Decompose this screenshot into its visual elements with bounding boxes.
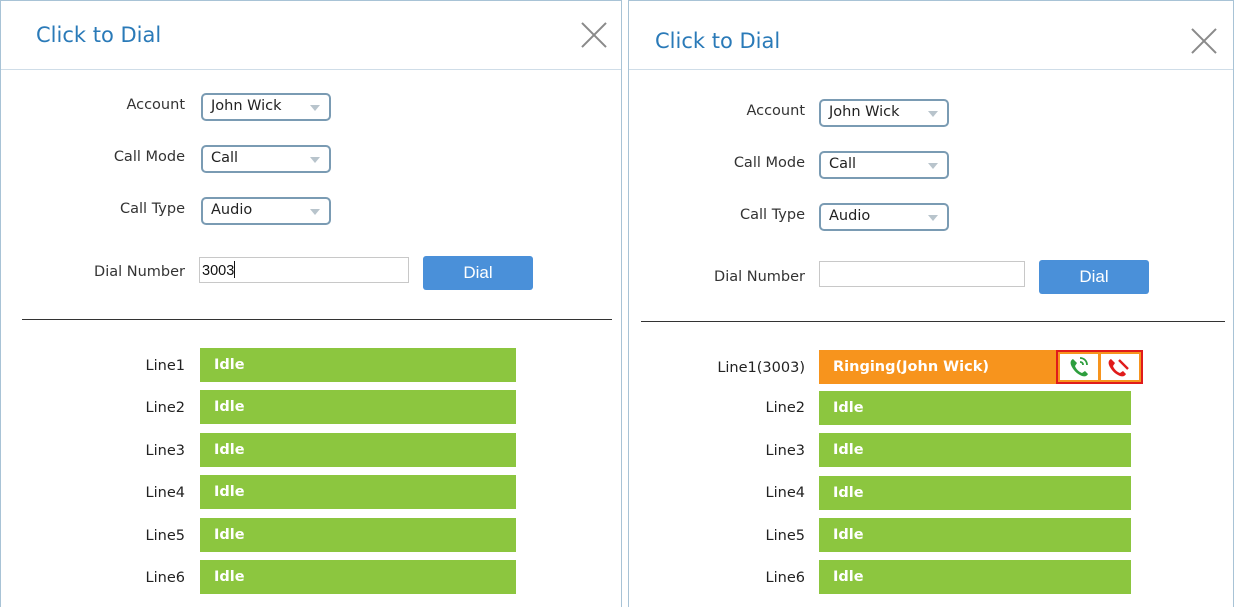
call-type-select[interactable]: Audio: [201, 197, 331, 225]
dial-button[interactable]: Dial: [423, 256, 533, 290]
text-cursor: [234, 261, 236, 278]
line-status-6: Idle: [200, 560, 516, 594]
line-status-3: Idle: [819, 433, 1131, 467]
call-mode-label: Call Mode: [113, 149, 185, 165]
chevron-down-icon: [310, 209, 320, 215]
line-status-5: Idle: [819, 518, 1131, 552]
account-select[interactable]: John Wick: [201, 93, 331, 121]
call-type-select[interactable]: Audio: [819, 203, 949, 231]
line-status-4: Idle: [200, 475, 516, 509]
phone-hangup-icon: [1108, 359, 1129, 377]
call-mode-select[interactable]: Call: [819, 151, 949, 179]
click-to-dial-dialog-right: Click to Dial Account John Wick Call Mod…: [628, 0, 1234, 607]
dial-number-label: Dial Number: [94, 264, 185, 280]
chevron-down-icon: [310, 105, 320, 111]
account-label: Account: [746, 103, 805, 119]
chevron-down-icon: [928, 111, 938, 117]
line-label-5: Line5: [765, 528, 805, 544]
divider: [22, 319, 612, 320]
line-label-6: Line6: [145, 570, 185, 586]
hangup-button[interactable]: [1101, 354, 1139, 380]
line-label-2: Line2: [765, 400, 805, 416]
chevron-down-icon: [928, 163, 938, 169]
line-status-1: Idle: [200, 348, 516, 382]
line-label-5: Line5: [145, 528, 185, 544]
call-type-select-value: Audio: [211, 202, 253, 218]
line-label-2: Line2: [145, 400, 185, 416]
dialog-titlebar: Click to Dial: [629, 1, 1233, 70]
line-status-6: Idle: [819, 560, 1131, 594]
call-mode-select[interactable]: Call: [201, 145, 331, 173]
click-to-dial-dialog-left: Click to Dial Account John Wick Call Mod…: [0, 0, 622, 607]
line-status-5: Idle: [200, 518, 516, 552]
account-label: Account: [126, 97, 185, 113]
dialog-title: Click to Dial: [655, 29, 781, 53]
dial-number-label: Dial Number: [714, 269, 805, 285]
call-type-select-value: Audio: [829, 208, 871, 224]
dial-button[interactable]: Dial: [1039, 260, 1149, 294]
close-icon[interactable]: [580, 21, 608, 49]
call-type-label: Call Type: [120, 201, 185, 217]
chevron-down-icon: [310, 157, 320, 163]
call-mode-label: Call Mode: [733, 155, 805, 171]
line-status-2: Idle: [819, 391, 1131, 425]
line-label-4: Line4: [765, 485, 805, 501]
dialog-title: Click to Dial: [36, 23, 162, 47]
close-icon[interactable]: [1190, 27, 1218, 55]
answer-button[interactable]: [1060, 354, 1098, 380]
line-status-3: Idle: [200, 433, 516, 467]
line-label-6: Line6: [765, 570, 805, 586]
account-select-value: John Wick: [829, 104, 900, 120]
line-status-2: Idle: [200, 390, 516, 424]
dialog-titlebar: Click to Dial: [1, 1, 621, 70]
dial-number-input[interactable]: 3003: [199, 257, 409, 283]
call-mode-select-value: Call: [211, 150, 239, 166]
chevron-down-icon: [928, 215, 938, 221]
phone-answer-icon: [1070, 357, 1088, 377]
call-actions: [1056, 350, 1143, 384]
account-select-value: John Wick: [211, 98, 282, 114]
call-mode-select-value: Call: [829, 156, 857, 172]
line-label-4: Line4: [145, 485, 185, 501]
call-type-label: Call Type: [740, 207, 805, 223]
divider: [641, 321, 1225, 322]
dial-number-input[interactable]: [819, 261, 1025, 287]
account-select[interactable]: John Wick: [819, 99, 949, 127]
line-label-3: Line3: [145, 443, 185, 459]
line-label-3: Line3: [765, 443, 805, 459]
line-status-1: Ringing(John Wick): [819, 350, 1059, 384]
line-label-1: Line1(3003): [717, 360, 805, 376]
dial-number-value: 3003: [202, 263, 235, 279]
line-label-1: Line1: [145, 358, 185, 374]
line-status-4: Idle: [819, 476, 1131, 510]
